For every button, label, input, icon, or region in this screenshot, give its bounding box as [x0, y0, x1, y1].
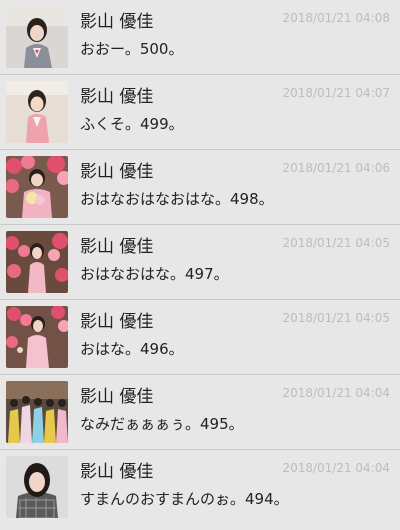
- message-item[interactable]: 影山 優佳 2018/01/21 04:08 おおー。500。: [0, 0, 400, 75]
- message-thumbnail[interactable]: [6, 381, 68, 443]
- message-timestamp: 2018/01/21 04:08: [282, 11, 390, 25]
- message-timestamp: 2018/01/21 04:05: [282, 311, 390, 325]
- message-thumbnail[interactable]: [6, 456, 68, 518]
- message-text: ふくそ。499。: [80, 115, 184, 133]
- message-thumbnail[interactable]: [6, 156, 68, 218]
- message-list: 影山 優佳 2018/01/21 04:08 おおー。500。 影山 優佳 20…: [0, 0, 400, 530]
- sender-name: 影山 優佳: [80, 87, 154, 107]
- message-timestamp: 2018/01/21 04:05: [282, 236, 390, 250]
- message-text: おはなおはなおはな。498。: [80, 190, 274, 208]
- message-text: おはな。496。: [80, 340, 184, 358]
- message-timestamp: 2018/01/21 04:06: [282, 161, 390, 175]
- message-item[interactable]: 影山 優佳 2018/01/21 04:04 なみだぁぁぁぅ。495。: [0, 375, 400, 450]
- sender-name: 影山 優佳: [80, 312, 154, 332]
- message-thumbnail[interactable]: [6, 306, 68, 368]
- message-timestamp: 2018/01/21 04:04: [282, 461, 390, 475]
- message-text: すまんのおすまんのぉ。494。: [80, 490, 289, 508]
- message-item[interactable]: 影山 優佳 2018/01/21 04:07 ふくそ。499。: [0, 75, 400, 150]
- sender-name: 影山 優佳: [80, 387, 154, 407]
- message-text: おおー。500。: [80, 40, 184, 58]
- message-item[interactable]: 影山 優佳 2018/01/21 04:04 すまんのおすまんのぉ。494。: [0, 450, 400, 530]
- message-item[interactable]: 影山 優佳 2018/01/21 04:05 おはな。496。: [0, 300, 400, 375]
- message-item[interactable]: 影山 優佳 2018/01/21 04:06 おはなおはなおはな。498。: [0, 150, 400, 225]
- message-timestamp: 2018/01/21 04:07: [282, 86, 390, 100]
- message-thumbnail[interactable]: [6, 81, 68, 143]
- message-thumbnail[interactable]: [6, 6, 68, 68]
- message-timestamp: 2018/01/21 04:04: [282, 386, 390, 400]
- sender-name: 影山 優佳: [80, 12, 154, 32]
- sender-name: 影山 優佳: [80, 162, 154, 182]
- message-text: おはなおはな。497。: [80, 265, 229, 283]
- message-item[interactable]: 影山 優佳 2018/01/21 04:05 おはなおはな。497。: [0, 225, 400, 300]
- sender-name: 影山 優佳: [80, 237, 154, 257]
- message-text: なみだぁぁぁぅ。495。: [80, 415, 244, 433]
- message-thumbnail[interactable]: [6, 231, 68, 293]
- sender-name: 影山 優佳: [80, 462, 154, 482]
